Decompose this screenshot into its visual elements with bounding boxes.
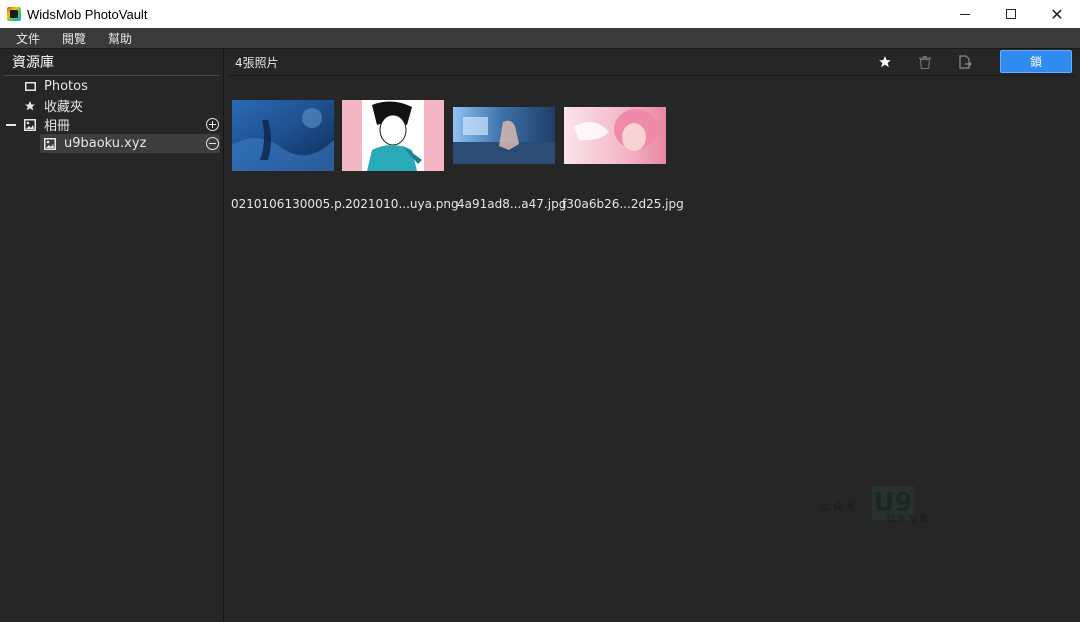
photo-thumbnail-3[interactable] [453, 107, 555, 164]
delete-button[interactable] [914, 53, 936, 71]
export-icon [958, 55, 972, 69]
star-icon [24, 100, 36, 112]
star-icon [879, 56, 891, 68]
sidebar-item-photos[interactable]: Photos [24, 77, 220, 96]
photo-thumbnail-4[interactable] [564, 107, 666, 164]
sidebar-item-label: u9baoku.xyz [64, 136, 147, 151]
photo-thumbnail-2[interactable] [342, 100, 444, 171]
maximize-icon [1006, 9, 1016, 19]
photo-caption-1: 0210106130005.p... [231, 197, 354, 211]
menu-file[interactable]: 文件 [0, 30, 40, 47]
minimize-button[interactable] [942, 0, 988, 28]
sidebar-item-label: 收藏夾 [44, 100, 84, 115]
main-toolbar: 4張照片 鎖 [229, 49, 1076, 76]
window-title: WidsMob PhotoVault [27, 6, 148, 22]
window-controls: ✕ [942, 0, 1080, 28]
close-button[interactable]: ✕ [1034, 0, 1080, 28]
menu-help[interactable]: 幫助 [92, 30, 132, 47]
library-heading: 資源庫 [4, 49, 219, 76]
photo-thumbnail-1[interactable] [232, 100, 334, 171]
sidebar-item-u9baoku[interactable]: u9baoku.xyz [40, 134, 220, 153]
photo-caption-3: 4a91ad8...a47.jpg [457, 197, 567, 211]
collapse-icon[interactable] [6, 123, 16, 126]
remove-album-icon[interactable] [206, 137, 219, 150]
sidebar-item-albums[interactable]: 相冊 [6, 115, 220, 134]
watermark-subtext: 软件宝库 [886, 515, 931, 525]
watermark-label: 公众号: [820, 502, 866, 513]
title-bar: WidsMob PhotoVault ✕ [0, 0, 1080, 28]
add-album-icon[interactable] [206, 118, 219, 131]
photo-count: 4張照片 [235, 55, 279, 70]
trash-icon [919, 55, 931, 69]
library-sidebar: 資源庫 Photos 收藏夾 相冊 u9baoku.xyz [0, 49, 224, 622]
menu-bar: 文件 閱覽 幫助 [0, 28, 1080, 49]
photo-grid-panel: 4張照片 鎖 0210106130005.p... 2021010...uya.… [225, 49, 1080, 622]
maximize-button[interactable] [988, 0, 1034, 28]
sidebar-item-favorites[interactable]: 收藏夾 [24, 96, 220, 115]
album-icon [44, 137, 56, 150]
photo-caption-4: f30a6b26...2d25.jpg [562, 197, 684, 211]
app-logo-icon [7, 7, 21, 21]
minimize-icon [960, 13, 970, 15]
watermark: 公众号: U9 软件宝库 [820, 486, 940, 526]
export-button[interactable] [954, 53, 976, 71]
favorite-button[interactable] [874, 53, 896, 71]
photo-caption-2: 2021010...uya.png [345, 197, 459, 211]
sidebar-item-label: Photos [44, 79, 88, 94]
album-icon [24, 118, 36, 131]
close-icon: ✕ [1050, 4, 1064, 24]
lock-button[interactable]: 鎖 [1000, 50, 1072, 73]
sidebar-item-label: 相冊 [44, 119, 71, 134]
menu-view[interactable]: 閱覽 [46, 30, 86, 47]
photo-frame-icon [24, 81, 36, 93]
